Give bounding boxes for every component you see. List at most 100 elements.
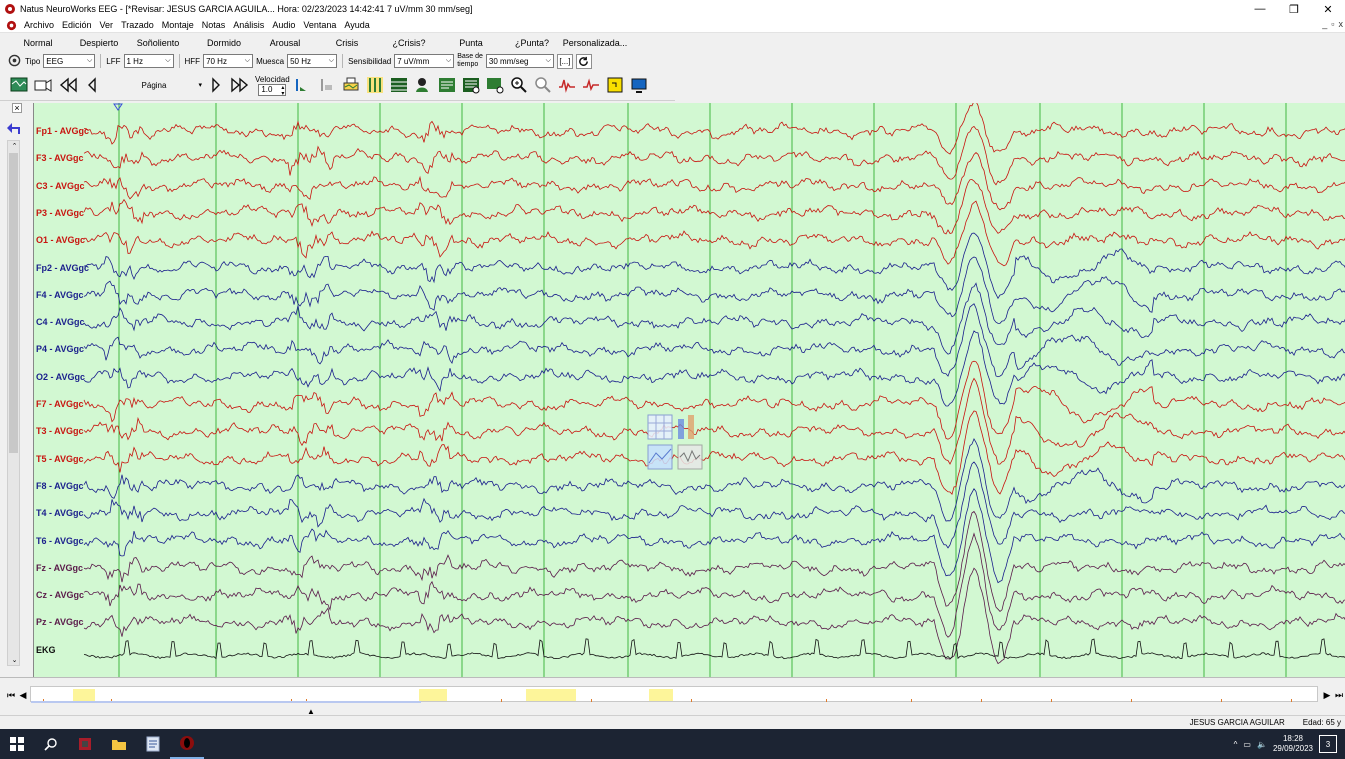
menu-audio[interactable]: Audio <box>268 20 299 30</box>
close-icon[interactable]: × <box>12 103 22 113</box>
print-icon[interactable] <box>341 75 362 96</box>
channel-label[interactable]: C3 - AVGgc <box>36 181 85 191</box>
chevron-down-icon[interactable]: ⌄ <box>8 655 21 665</box>
menu-ayuda[interactable]: Ayuda <box>340 20 373 30</box>
network-tray-icon[interactable]: ▭ <box>1243 740 1251 749</box>
bracket-button[interactable]: [...] <box>556 53 573 69</box>
state-somnoliento[interactable]: Soñoliento <box>122 38 194 48</box>
base-tiempo-select[interactable]: 30 mm/seg ⌵ <box>485 54 554 68</box>
search-icon[interactable] <box>34 729 68 759</box>
montage-icon[interactable] <box>8 75 29 96</box>
channel-label[interactable]: T5 - AVGgc <box>36 454 84 464</box>
page-select[interactable]: Página ▾ <box>104 77 204 93</box>
channel-label[interactable]: P4 - AVGgc <box>36 344 84 354</box>
state-despierto[interactable]: Despierto <box>76 38 122 48</box>
taskbar-app-red-icon[interactable] <box>68 729 102 759</box>
speed-control[interactable]: Velocidad 1.0 ▴ ▾ <box>255 75 290 97</box>
waveform-icon[interactable] <box>581 75 602 96</box>
muesca-select[interactable]: 50 Hz ⌵ <box>287 54 338 68</box>
eeg-traces-panel[interactable]: Fp1 - AVGgc F3 - AVGgc C3 - AVGgc P3 - AVGg… <box>33 103 1345 677</box>
timeline-marker[interactable] <box>691 699 692 702</box>
taskbar-neuroworks-icon[interactable] <box>170 729 204 759</box>
channel-label[interactable]: EKG <box>36 645 56 655</box>
spike-detect-icon[interactable] <box>557 75 578 96</box>
chevron-up-icon[interactable]: ^ <box>1234 740 1238 749</box>
mdi-close-button[interactable]: x <box>1339 19 1344 29</box>
timeline-marker[interactable] <box>1051 699 1052 702</box>
tipo-select[interactable]: EEG ⌵ <box>43 54 96 68</box>
marker-disabled-icon[interactable] <box>317 75 338 96</box>
timeline-bar[interactable] <box>30 686 1318 703</box>
close-button[interactable]: ✕ <box>1311 0 1345 18</box>
taskbar-app-document-icon[interactable] <box>136 729 170 759</box>
timeline-left-icon[interactable]: ◀ <box>18 688 28 702</box>
state-punta[interactable]: Punta <box>440 38 502 48</box>
minimize-button[interactable]: — <box>1243 0 1277 18</box>
menu-notas[interactable]: Notas <box>198 20 230 30</box>
restore-button[interactable]: ❐ <box>1277 0 1311 18</box>
channel-label[interactable]: Pz - AVGgc <box>36 617 84 627</box>
mdi-restore-button[interactable]: ▫ <box>1331 19 1334 29</box>
state-dormido[interactable]: Dormido <box>194 38 254 48</box>
previous-button[interactable] <box>83 75 101 96</box>
forward-fast-button[interactable] <box>228 75 252 96</box>
state-crisis[interactable]: Crisis <box>316 38 378 48</box>
speed-input[interactable]: 1.0 ▴ ▾ <box>258 83 287 97</box>
lff-select[interactable]: 1 Hz ⌵ <box>123 54 174 68</box>
channel-label[interactable]: O2 - AVGgc <box>36 372 85 382</box>
video-camera-icon[interactable] <box>32 75 53 96</box>
rewind-fast-button[interactable] <box>56 75 80 96</box>
channel-label[interactable]: Fz - AVGgc <box>36 563 83 573</box>
channel-label[interactable]: F4 - AVGgc <box>36 290 84 300</box>
channel-label[interactable]: F8 - AVGgc <box>36 481 84 491</box>
state-crisis-question[interactable]: ¿Crisis? <box>378 38 440 48</box>
scrollbar-thumb[interactable] <box>9 153 18 453</box>
vertical-scrollbar[interactable]: ⌃ ⌄ <box>7 140 20 666</box>
timeline-marker[interactable] <box>501 699 502 702</box>
timeline-marker[interactable] <box>981 699 982 702</box>
zoom-out-icon[interactable] <box>533 75 554 96</box>
timeline-right-icon[interactable]: ▶ <box>1322 688 1332 702</box>
windows-start-icon[interactable] <box>0 729 34 759</box>
timeline-event-segment[interactable] <box>526 689 576 701</box>
timeline-marker[interactable] <box>826 699 827 702</box>
timeline-event-segment[interactable] <box>73 689 95 701</box>
channel-label[interactable]: T3 - AVGgc <box>36 426 84 436</box>
timeline-end-icon[interactable]: ⏭ <box>1334 688 1344 702</box>
state-personalizada[interactable]: Personalizada... <box>562 38 628 48</box>
timeline-event-segment[interactable] <box>419 689 447 701</box>
channel-label[interactable]: C4 - AVGgc <box>36 317 85 327</box>
timeline-marker[interactable] <box>591 699 592 702</box>
file-explorer-icon[interactable] <box>102 729 136 759</box>
timeline-marker[interactable] <box>1131 699 1132 702</box>
grid-icon[interactable] <box>389 75 410 96</box>
menu-trazado[interactable]: Trazado <box>117 20 158 30</box>
event-marker-icon[interactable] <box>113 103 123 111</box>
report-list-icon[interactable] <box>461 75 482 96</box>
channel-label[interactable]: O1 - AVGgc <box>36 235 85 245</box>
volume-icon[interactable]: 🔈 <box>1257 740 1267 749</box>
timeline-event-segment[interactable] <box>649 689 673 701</box>
note-icon[interactable] <box>605 75 626 96</box>
menu-ventana[interactable]: Ventana <box>299 20 340 30</box>
mdi-minimize-button[interactable]: _ <box>1322 19 1327 29</box>
analysis-overlay-icon[interactable] <box>646 413 706 473</box>
menu-montaje[interactable]: Montaje <box>158 20 198 30</box>
network-icon[interactable] <box>485 75 506 96</box>
channel-label[interactable]: T6 - AVGgc <box>36 536 84 546</box>
channel-label[interactable]: F3 - AVGgc <box>36 153 84 163</box>
channel-label[interactable]: Fp2 - AVGgc <box>36 263 89 273</box>
channel-label[interactable]: Fp1 - AVGgc <box>36 126 89 136</box>
traces-icon[interactable] <box>365 75 386 96</box>
gear-icon[interactable] <box>8 54 22 68</box>
sensibilidad-select[interactable]: 7 uV/mm ⌵ <box>394 54 455 68</box>
next-button[interactable] <box>207 75 225 96</box>
zoom-in-icon[interactable] <box>509 75 530 96</box>
state-punta-question[interactable]: ¿Punta? <box>502 38 562 48</box>
menu-edicion[interactable]: Edición <box>58 20 96 30</box>
system-clock[interactable]: 18:28 29/09/2023 <box>1273 734 1313 754</box>
timeline-marker[interactable] <box>1221 699 1222 702</box>
menu-ver[interactable]: Ver <box>96 20 118 30</box>
marker-icon[interactable] <box>293 75 314 96</box>
hff-select[interactable]: 70 Hz ⌵ <box>203 54 254 68</box>
